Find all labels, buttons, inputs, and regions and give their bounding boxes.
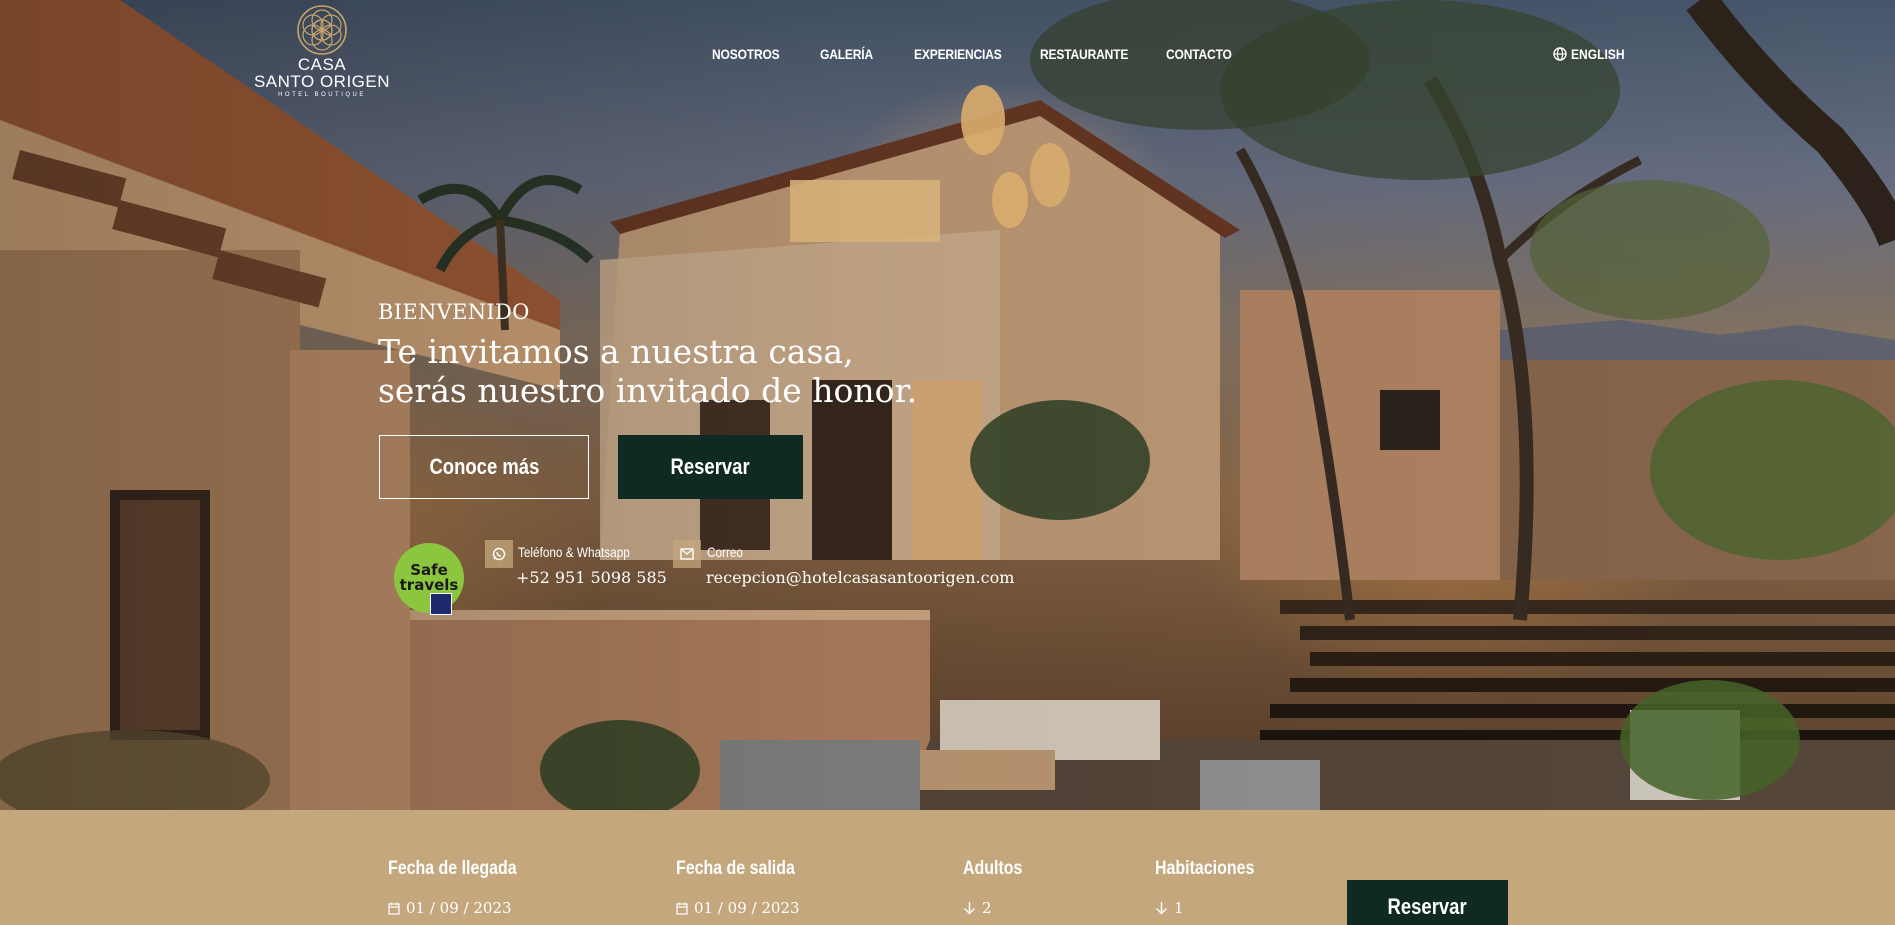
nav-item-galeria[interactable]: GALERÍA: [820, 46, 873, 62]
booking-submit-button[interactable]: Reservar: [1347, 880, 1508, 925]
nav-item-nosotros[interactable]: NOSOTROS: [712, 46, 780, 62]
safe-travels-circle: Safe travels: [394, 543, 464, 613]
checkout-label: Fecha de salida: [676, 858, 795, 879]
adults-value: 2: [982, 899, 992, 917]
checkout-field[interactable]: 01 / 09 / 2023: [676, 899, 800, 917]
rooms-select[interactable]: 1: [1155, 899, 1184, 917]
hero-headline-line2: serás nuestro invitado de honor.: [378, 371, 918, 410]
email-link[interactable]: recepcion@hotelcasasantoorigen.com: [706, 568, 1014, 587]
checkin-label: Fecha de llegada: [388, 858, 517, 879]
hero-overlay: [0, 0, 1895, 810]
site-logo[interactable]: CASA SANTO ORIGEN HOTEL BOUTIQUE: [252, 4, 392, 98]
booking-submit-label: Reservar: [1387, 894, 1468, 919]
hero-banner: [0, 0, 1895, 810]
language-label: ENGLISH: [1571, 46, 1625, 62]
learn-more-label: Conoce más: [429, 454, 539, 479]
email-label: Correo: [707, 544, 743, 560]
whatsapp-icon: [485, 540, 513, 568]
rooms-label: Habitaciones: [1155, 858, 1255, 879]
calendar-icon: [388, 902, 400, 915]
phone-label: Teléfono & Whatsapp: [518, 544, 630, 560]
rooms-value: 1: [1174, 899, 1184, 917]
hero-headline: Te invitamos a nuestra casa, serás nuest…: [378, 332, 917, 410]
logo-text-santo-origen: SANTO ORIGEN: [253, 72, 391, 91]
calendar-icon: [676, 902, 688, 915]
checkout-value: 01 / 09 / 2023: [694, 899, 800, 917]
hero-headline-line1: Te invitamos a nuestra casa,: [378, 332, 854, 371]
globe-icon: [1553, 47, 1567, 61]
hero-book-button[interactable]: Reservar: [618, 435, 803, 499]
logo-text-casa: CASA: [297, 55, 347, 74]
adults-label: Adultos: [963, 858, 1023, 879]
learn-more-button[interactable]: Conoce más: [379, 435, 589, 499]
nav-item-restaurante[interactable]: RESTAURANTE: [1040, 46, 1128, 62]
arrow-down-icon: [964, 902, 975, 915]
nav-item-contacto[interactable]: CONTACTO: [1166, 46, 1232, 62]
envelope-icon: [673, 540, 701, 568]
badge-text-travels: travels: [399, 576, 459, 594]
logo-tagline: HOTEL BOUTIQUE: [278, 92, 366, 98]
safe-travels-badge: Safe travels: [394, 543, 466, 615]
checkin-field[interactable]: 01 / 09 / 2023: [388, 899, 512, 917]
checkin-value: 01 / 09 / 2023: [406, 899, 512, 917]
adults-select[interactable]: 2: [963, 899, 992, 917]
hero-eyebrow: BIENVENIDO: [378, 300, 530, 324]
nav-item-experiencias[interactable]: EXPERIENCIAS: [914, 46, 1002, 62]
wttc-logo-icon: [430, 593, 452, 615]
mandala-logo-icon: [297, 5, 347, 55]
phone-link[interactable]: +52 951 5098 585: [516, 568, 667, 587]
hero-book-label: Reservar: [670, 454, 751, 479]
language-switch[interactable]: ENGLISH: [1553, 46, 1633, 62]
booking-bar: [0, 810, 1895, 925]
arrow-down-icon: [1156, 902, 1167, 915]
